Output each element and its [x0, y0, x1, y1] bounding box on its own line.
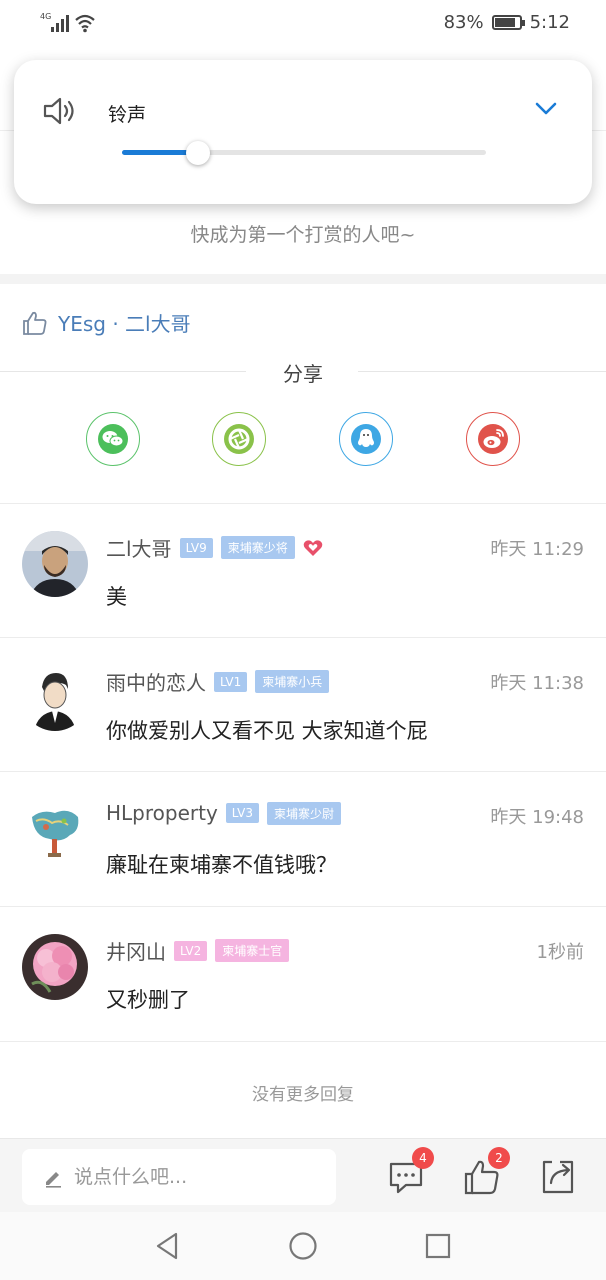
- level-badge: LV1: [214, 671, 248, 692]
- comment-text: 美: [106, 585, 127, 609]
- comment-author[interactable]: 雨中的恋人: [106, 667, 206, 696]
- signal-icon: [51, 15, 69, 32]
- weibo-icon: [478, 424, 508, 454]
- rank-badge: 柬埔寨士官: [215, 939, 290, 962]
- bottom-action-bar: 4 2: [0, 1138, 606, 1212]
- avatar[interactable]: [22, 531, 88, 597]
- rank-badge: 柬埔寨小兵: [255, 670, 330, 693]
- comment-author[interactable]: 二l大哥: [106, 533, 172, 562]
- share-qq-button[interactable]: [339, 412, 393, 466]
- battery-icon: [491, 15, 525, 30]
- volume-label: 铃声: [108, 104, 147, 126]
- divider: [358, 371, 606, 372]
- home-icon[interactable]: [287, 1230, 319, 1262]
- comment-item[interactable]: 井冈山 LV2 柬埔寨士官 1秒前 又秒删了: [0, 906, 606, 1040]
- thumbs-up-icon: [23, 311, 47, 335]
- share-title: 分享: [283, 362, 323, 386]
- comment-author[interactable]: 井冈山: [106, 936, 166, 965]
- avatar[interactable]: [22, 934, 88, 1000]
- comment-time: 昨天 19:48: [490, 807, 584, 828]
- level-badge: LV3: [225, 803, 260, 823]
- share-wechat-button[interactable]: [86, 412, 140, 466]
- avatar[interactable]: [22, 665, 88, 731]
- comment-count-badge: 4: [412, 1147, 434, 1169]
- avatar[interactable]: [22, 799, 88, 865]
- rank-badge: 柬埔寨少尉: [267, 801, 342, 825]
- back-icon[interactable]: [152, 1230, 184, 1262]
- speaker-icon[interactable]: [42, 94, 80, 128]
- share-header: 分享: [0, 356, 606, 388]
- pencil-icon: [46, 1172, 61, 1188]
- qq-icon: [351, 424, 381, 454]
- comment-text: 廉耻在柬埔寨不值钱哦？: [106, 853, 337, 877]
- comment-time: 1秒前: [536, 942, 584, 963]
- wifi-icon: [75, 14, 95, 33]
- share-moments-button[interactable]: [212, 412, 266, 466]
- level-badge: LV2: [174, 940, 208, 961]
- comment-input[interactable]: [74, 1166, 304, 1188]
- comment-time: 昨天 11:38: [490, 673, 584, 694]
- user-flower-photo: [22, 934, 88, 1000]
- share-weibo-button[interactable]: [466, 412, 520, 466]
- level-badge: LV9: [179, 537, 213, 558]
- comment-text: 你做爱别人又看不见 大家知道个屁: [106, 719, 428, 743]
- wechat-icon: [98, 424, 128, 454]
- reward-hint: 快成为第一个打赏的人吧~: [190, 224, 416, 246]
- comment-input-box[interactable]: [22, 1149, 336, 1205]
- likes-row[interactable]: YEsg · 二l大哥: [22, 308, 191, 337]
- volume-popup: 铃声: [14, 60, 592, 204]
- system-nav-bar: [0, 1212, 606, 1280]
- comment-time: 昨天 11:29: [490, 539, 584, 560]
- user-artwork: [22, 799, 88, 865]
- heart-badge-icon: [303, 539, 323, 556]
- comment-author[interactable]: HLproperty: [106, 801, 218, 825]
- no-more-replies: 没有更多回复: [252, 1085, 354, 1105]
- section-separator: [0, 274, 606, 284]
- chevron-down-icon[interactable]: [534, 100, 558, 118]
- like-count-badge: 2: [488, 1147, 510, 1169]
- battery-percent: 83%: [443, 12, 484, 33]
- volume-slider-thumb[interactable]: [186, 141, 211, 165]
- clock: 5:12: [529, 12, 570, 33]
- share-icon: [542, 1160, 574, 1194]
- divider: [0, 1041, 606, 1042]
- comment-item[interactable]: 雨中的恋人 LV1 柬埔寨小兵 昨天 11:38 你做爱别人又看不见 大家知道个…: [0, 637, 606, 771]
- status-bar: 4G 83% 5:12: [0, 0, 606, 48]
- rank-badge: 柬埔寨少将: [220, 536, 295, 559]
- comment-item[interactable]: HLproperty LV3 柬埔寨少尉 昨天 19:48 廉耻在柬埔寨不值钱哦…: [0, 771, 606, 905]
- comments-button[interactable]: 4: [386, 1147, 434, 1197]
- likes-names[interactable]: YEsg · 二l大哥: [58, 308, 191, 337]
- user-photo: [22, 531, 88, 597]
- comment-item[interactable]: 二l大哥 LV9 柬埔寨少将 昨天 11:29 美: [0, 503, 606, 637]
- moments-icon: [224, 424, 254, 454]
- like-button[interactable]: 2: [462, 1147, 510, 1197]
- share-button[interactable]: [538, 1157, 578, 1197]
- user-illustration: [22, 665, 88, 731]
- recent-apps-icon[interactable]: [422, 1230, 454, 1262]
- comment-text: 又秒删了: [106, 988, 190, 1012]
- volume-slider[interactable]: [122, 141, 486, 165]
